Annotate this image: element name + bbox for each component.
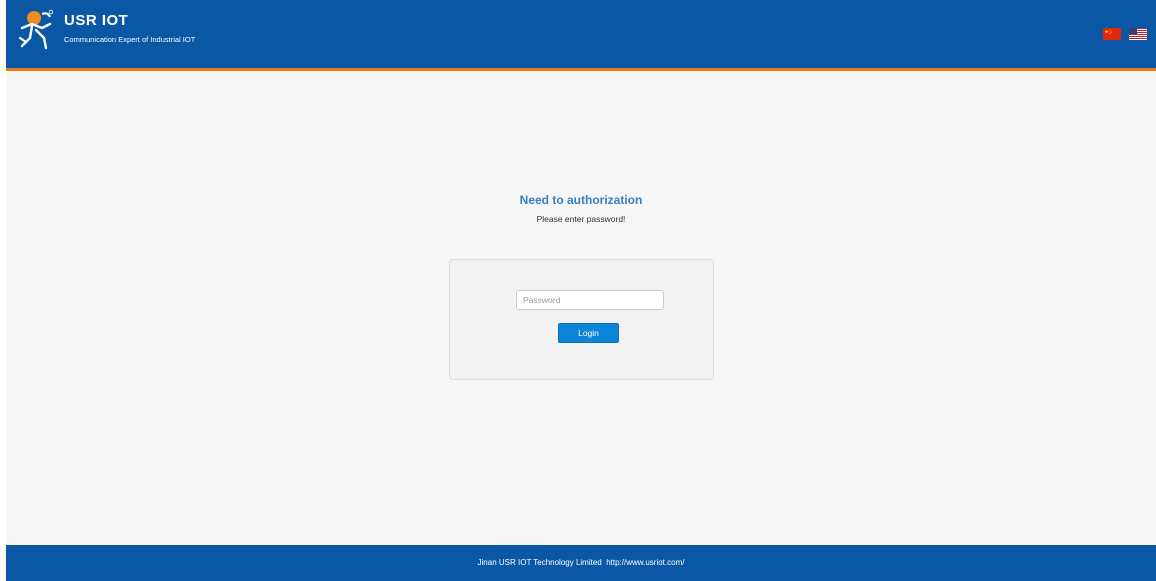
brand-tagline: Communication Expert of Industrial IOT (64, 35, 196, 44)
language-switcher (1103, 28, 1147, 40)
brand-name: USR IOT (64, 12, 129, 29)
footer-url: http://www.usriot.com/ (606, 558, 685, 567)
login-panel: Login (449, 259, 714, 380)
auth-title: Need to authorization (519, 193, 643, 207)
footer-text: Jinan USR IOT Technology Limited http://… (6, 558, 1156, 567)
password-input[interactable] (516, 290, 664, 310)
usr-logo-icon (18, 9, 54, 50)
footer: Jinan USR IOT Technology Limited http://… (6, 545, 1156, 581)
flag-china-icon[interactable] (1103, 28, 1121, 40)
auth-subtitle: Please enter password! (536, 214, 626, 224)
footer-company: Jinan USR IOT Technology Limited (477, 558, 602, 567)
flag-usa-icon[interactable] (1129, 28, 1147, 40)
page-frame: USR IOT Communication Expert of Industri… (6, 0, 1156, 581)
header: USR IOT Communication Expert of Industri… (6, 0, 1156, 71)
login-button[interactable]: Login (558, 323, 619, 343)
